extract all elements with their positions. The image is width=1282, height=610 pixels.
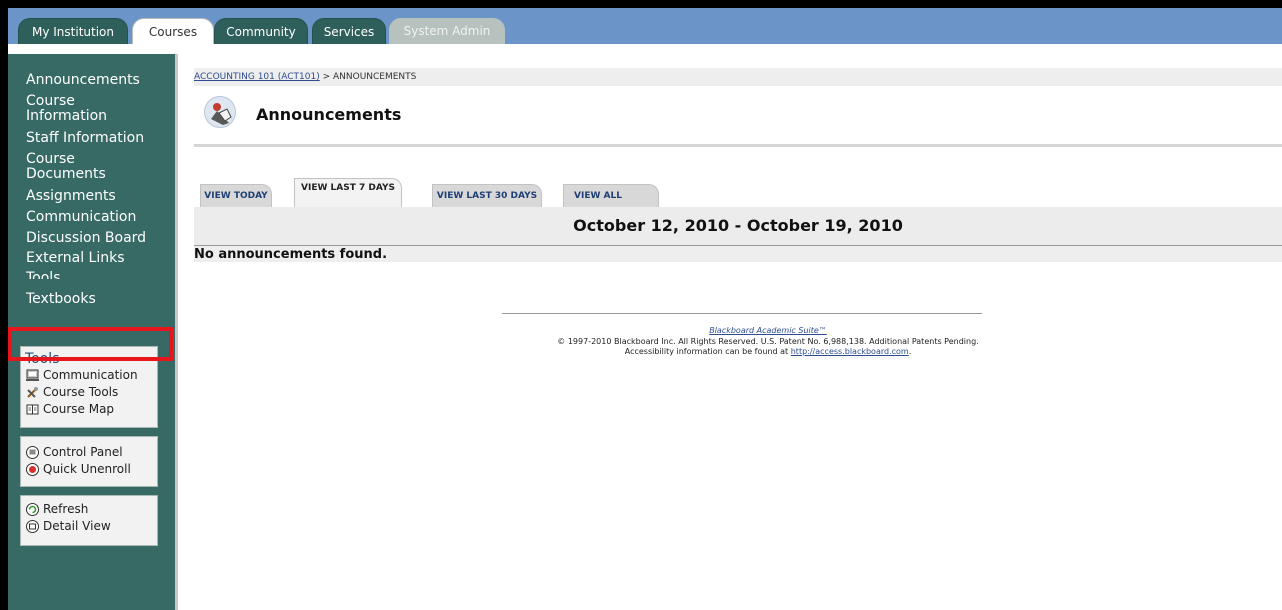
footer-access-link[interactable]: http://access.blackboard.com bbox=[791, 347, 909, 356]
footer-access-text: Accessibility information can be found a… bbox=[624, 347, 791, 356]
sidebar-item-communication[interactable]: Communication bbox=[26, 210, 136, 225]
footer-access-suffix: . bbox=[908, 347, 912, 356]
breadcrumb-current: ANNOUNCEMENTS bbox=[332, 72, 417, 82]
unenroll-icon bbox=[26, 463, 39, 476]
tab-my-institution[interactable]: My Institution bbox=[18, 18, 128, 44]
title-divider bbox=[194, 144, 1282, 147]
tool-course-map[interactable]: Course Map bbox=[21, 401, 157, 418]
footer-accessibility: Accessibility information can be found a… bbox=[328, 347, 1208, 357]
footer-copyright: © 1997-2010 Blackboard Inc. All Rights R… bbox=[557, 337, 979, 346]
sidebar-item-discussion-board[interactable]: Discussion Board bbox=[26, 231, 146, 246]
empty-message: No announcements found. bbox=[194, 247, 388, 262]
breadcrumb-separator: > bbox=[319, 72, 333, 82]
sidebar-item-course-documents[interactable]: Course Documents bbox=[26, 152, 106, 182]
control-panel-link[interactable]: Control Panel bbox=[21, 444, 157, 461]
tool-communication[interactable]: Communication bbox=[21, 367, 157, 384]
tab-view-last-7-days[interactable]: VIEW LAST 7 DAYS bbox=[294, 178, 402, 207]
tab-services[interactable]: Services bbox=[312, 18, 386, 44]
sidebar-item-textbooks[interactable]: Textbooks bbox=[26, 292, 96, 307]
refresh-icon bbox=[26, 503, 39, 516]
detail-view-icon bbox=[26, 520, 39, 533]
course-menu: Announcements Course Information Staff I… bbox=[8, 54, 175, 610]
tool-label: Course Map bbox=[43, 402, 115, 416]
tab-view-today[interactable]: VIEW TODAY bbox=[200, 184, 272, 207]
main-content: ACCOUNTING 101 (ACT101) > ANNOUNCEMENTS … bbox=[178, 54, 1282, 610]
top-nav: My Institution Courses Community Service… bbox=[8, 8, 1282, 44]
breadcrumb: ACCOUNTING 101 (ACT101) > ANNOUNCEMENTS bbox=[194, 68, 1282, 86]
tool-label: Communication bbox=[43, 368, 138, 382]
tab-view-last-30-days[interactable]: VIEW LAST 30 DAYS bbox=[432, 184, 542, 207]
sidebar-item-external-links[interactable]: External Links bbox=[26, 251, 125, 266]
nav-divider bbox=[8, 44, 1282, 54]
announcements-icon bbox=[204, 96, 236, 128]
tool-label: Quick Unenroll bbox=[43, 462, 131, 476]
quick-unenroll-link[interactable]: Quick Unenroll bbox=[21, 461, 157, 478]
browser-page: My Institution Courses Community Service… bbox=[8, 8, 1282, 610]
footer-product-link[interactable]: Blackboard Academic Suite™ bbox=[709, 326, 827, 335]
tab-system-admin[interactable]: System Admin bbox=[389, 18, 505, 44]
control-box: Control Panel Quick Unenroll bbox=[20, 436, 158, 487]
refresh-link[interactable]: Refresh bbox=[21, 501, 157, 518]
sidebar-item-assignments[interactable]: Assignments bbox=[26, 189, 116, 204]
wrench-icon bbox=[27, 387, 38, 398]
textbooks-highlight-box bbox=[8, 327, 173, 361]
tab-community[interactable]: Community bbox=[214, 18, 308, 44]
control-panel-icon bbox=[26, 446, 39, 459]
sidebar-item-staff-information[interactable]: Staff Information bbox=[26, 131, 144, 146]
sidebar-item-course-information[interactable]: Course Information bbox=[26, 94, 107, 124]
sidebar-item-announcements[interactable]: Announcements bbox=[26, 73, 140, 88]
date-range: October 12, 2010 - October 19, 2010 bbox=[194, 207, 1282, 245]
footer-divider bbox=[502, 313, 982, 314]
breadcrumb-course-link[interactable]: ACCOUNTING 101 (ACT101) bbox=[194, 72, 320, 82]
map-icon bbox=[26, 404, 39, 415]
footer-product: Blackboard Academic Suite™ bbox=[328, 326, 1208, 336]
tool-label: Detail View bbox=[43, 519, 111, 533]
detail-view-link[interactable]: Detail View bbox=[21, 518, 157, 535]
page-title: Announcements bbox=[256, 105, 402, 124]
tool-label: Refresh bbox=[43, 502, 89, 516]
computer-icon bbox=[26, 369, 39, 381]
tab-view-all[interactable]: VIEW ALL bbox=[563, 184, 659, 207]
sidebar-item-tools[interactable]: Tools bbox=[26, 271, 61, 279]
tool-course-tools[interactable]: Course Tools bbox=[21, 384, 157, 401]
tool-label: Control Panel bbox=[43, 445, 123, 459]
tab-courses[interactable]: Courses bbox=[132, 18, 214, 44]
view-box: Refresh Detail View bbox=[20, 495, 158, 546]
tool-label: Course Tools bbox=[43, 385, 119, 399]
